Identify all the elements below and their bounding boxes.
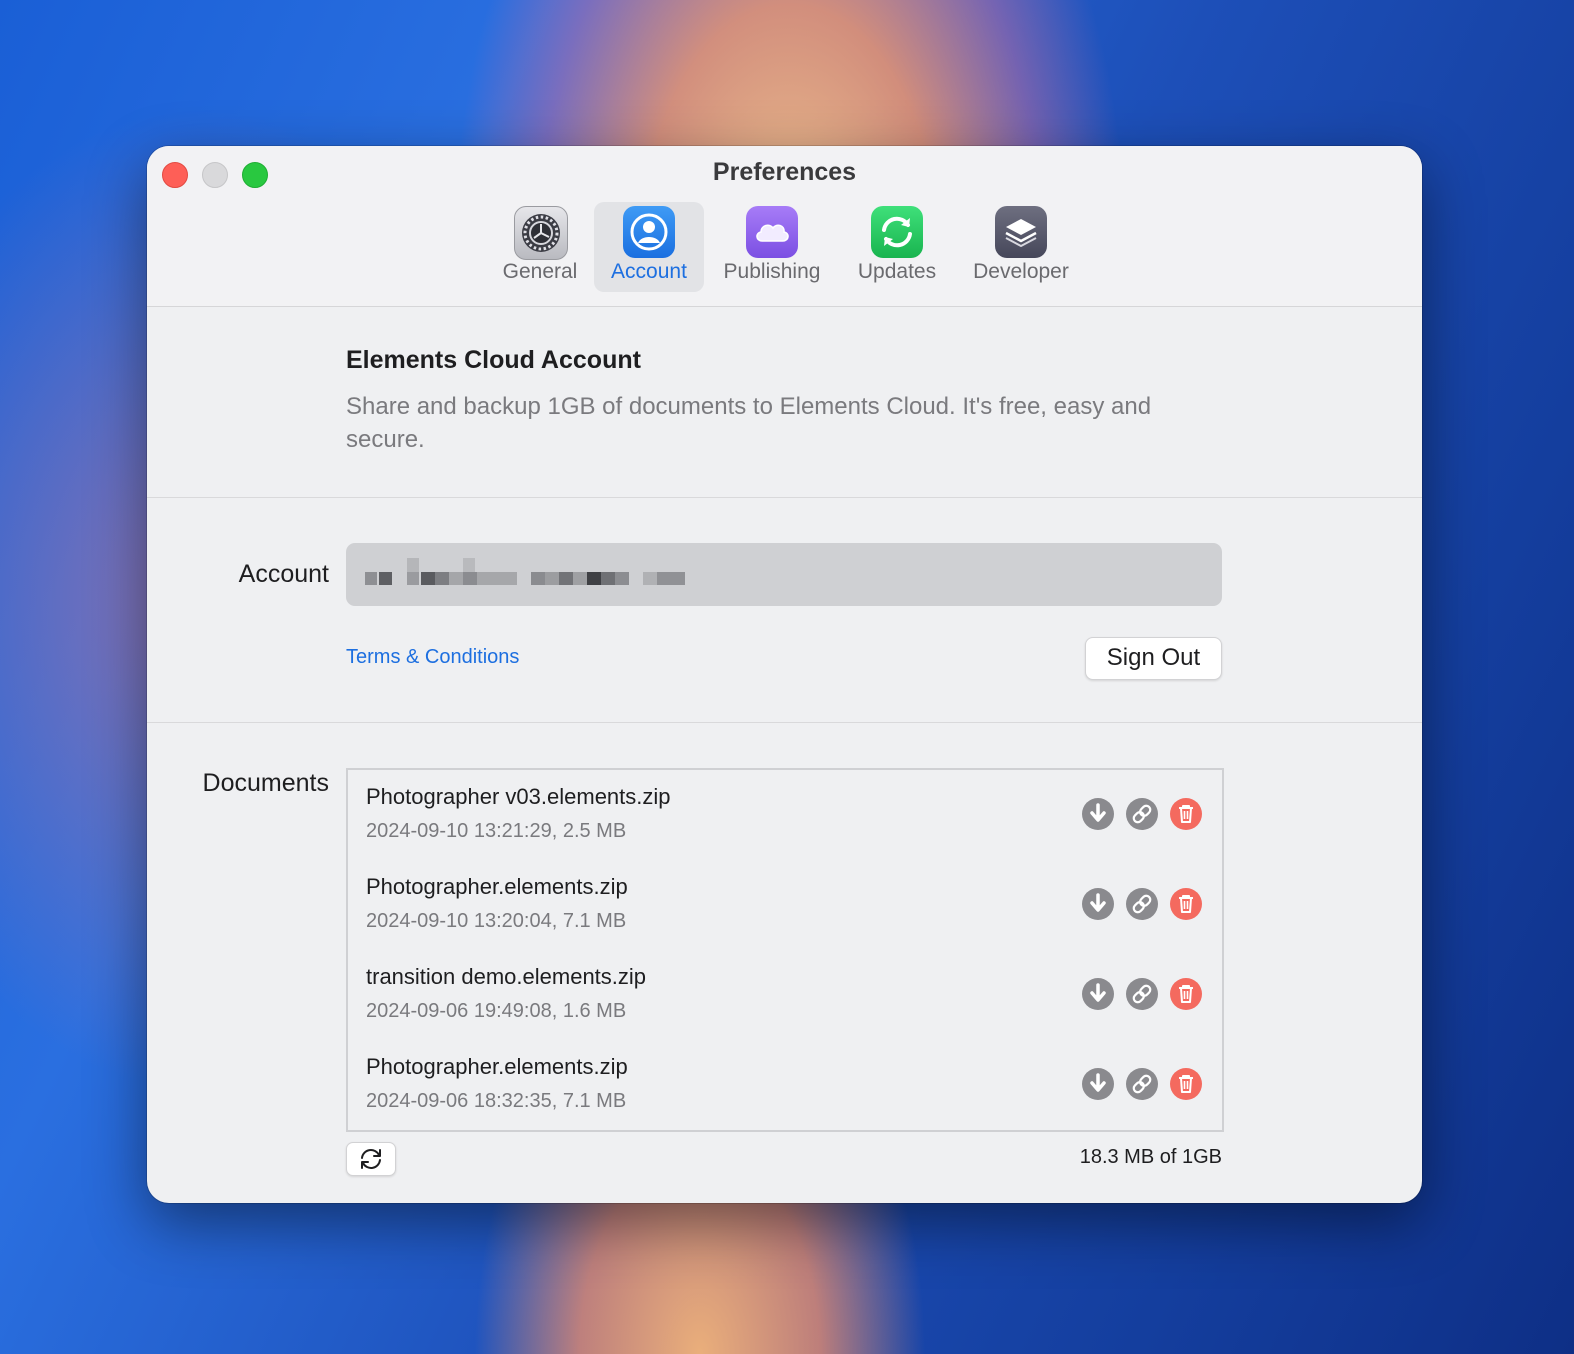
tab-general-label: General (502, 260, 578, 283)
storage-usage: 18.3 MB of 1GB (1079, 1146, 1222, 1168)
refresh-icon (361, 1149, 381, 1169)
divider (147, 497, 1422, 498)
sign-out-button[interactable]: Sign Out (1085, 637, 1222, 680)
sync-icon (871, 206, 923, 258)
divider (147, 722, 1422, 723)
titlebar: Preferences General Account Publishing U… (147, 146, 1422, 307)
delete-button[interactable] (1170, 978, 1202, 1010)
download-icon (1090, 803, 1106, 822)
preferences-window: Preferences General Account Publishing U… (147, 146, 1422, 1203)
terms-link[interactable]: Terms & Conditions (346, 646, 519, 669)
tab-developer-label: Developer (973, 260, 1069, 283)
download-button[interactable] (1082, 1068, 1114, 1100)
link-icon (1132, 894, 1152, 914)
section-title: Elements Cloud Account (346, 346, 641, 375)
gear-icon (514, 206, 568, 260)
tab-publishing-label: Publishing (723, 260, 821, 283)
window-title: Preferences (712, 158, 857, 186)
documents-list: Photographer v03.elements.zip 2024-09-10… (346, 768, 1224, 1132)
document-meta: 2024-09-10 13:21:29, 2.5 MB (366, 820, 627, 842)
document-meta: 2024-09-10 13:20:04, 7.1 MB (366, 910, 627, 932)
delete-button[interactable] (1170, 888, 1202, 920)
list-item[interactable]: Photographer v03.elements.zip 2024-09-10… (348, 770, 1222, 860)
page-description: Share and backup 1GB of documents to Ele… (346, 393, 1152, 453)
copy-link-button[interactable] (1126, 798, 1158, 830)
delete-button[interactable] (1170, 1068, 1202, 1100)
refresh-button[interactable] (346, 1142, 396, 1176)
download-icon (1090, 893, 1106, 912)
account-label: Account (238, 560, 329, 588)
link-icon (1132, 984, 1152, 1004)
tab-updates[interactable]: Updates (842, 202, 952, 292)
tab-account-label: Account (611, 260, 687, 283)
list-item[interactable]: Photographer.elements.zip 2024-09-10 13:… (348, 860, 1222, 950)
list-item[interactable]: transition demo.elements.zip 2024-09-06 … (348, 950, 1222, 1040)
link-icon (1132, 804, 1152, 824)
document-meta: 2024-09-06 19:49:08, 1.6 MB (366, 1000, 627, 1022)
tab-publishing[interactable]: Publishing (712, 202, 832, 292)
person-icon (623, 206, 675, 258)
layers-icon (995, 206, 1047, 258)
tab-account[interactable]: Account (594, 202, 704, 292)
document-name: transition demo.elements.zip (366, 964, 647, 989)
list-item[interactable]: Photographer.elements.zip 2024-09-06 18:… (348, 1040, 1222, 1130)
copy-link-button[interactable] (1126, 888, 1158, 920)
download-button[interactable] (1082, 978, 1114, 1010)
page-title: Elements Cloud Account (346, 346, 641, 374)
document-name: Photographer.elements.zip (366, 874, 628, 899)
tab-developer[interactable]: Developer (962, 202, 1080, 292)
account-email-field (346, 543, 1222, 606)
document-name: Photographer v03.elements.zip (366, 784, 671, 809)
download-button[interactable] (1082, 888, 1114, 920)
cloud-icon (746, 206, 798, 258)
copy-link-button[interactable] (1126, 1068, 1158, 1100)
delete-button[interactable] (1170, 798, 1202, 830)
download-icon (1090, 983, 1106, 1002)
trash-icon (1179, 805, 1193, 823)
link-icon (1132, 1074, 1152, 1094)
trash-icon (1179, 895, 1193, 913)
download-button[interactable] (1082, 798, 1114, 830)
documents-label: Documents (202, 769, 329, 797)
trash-icon (1179, 1075, 1193, 1093)
tab-general[interactable]: General (490, 202, 590, 292)
trash-icon (1179, 985, 1193, 1003)
copy-link-button[interactable] (1126, 978, 1158, 1010)
document-meta: 2024-09-06 18:32:35, 7.1 MB (366, 1090, 627, 1112)
tab-updates-label: Updates (857, 260, 937, 283)
download-icon (1090, 1073, 1106, 1092)
document-name: Photographer.elements.zip (366, 1054, 628, 1079)
